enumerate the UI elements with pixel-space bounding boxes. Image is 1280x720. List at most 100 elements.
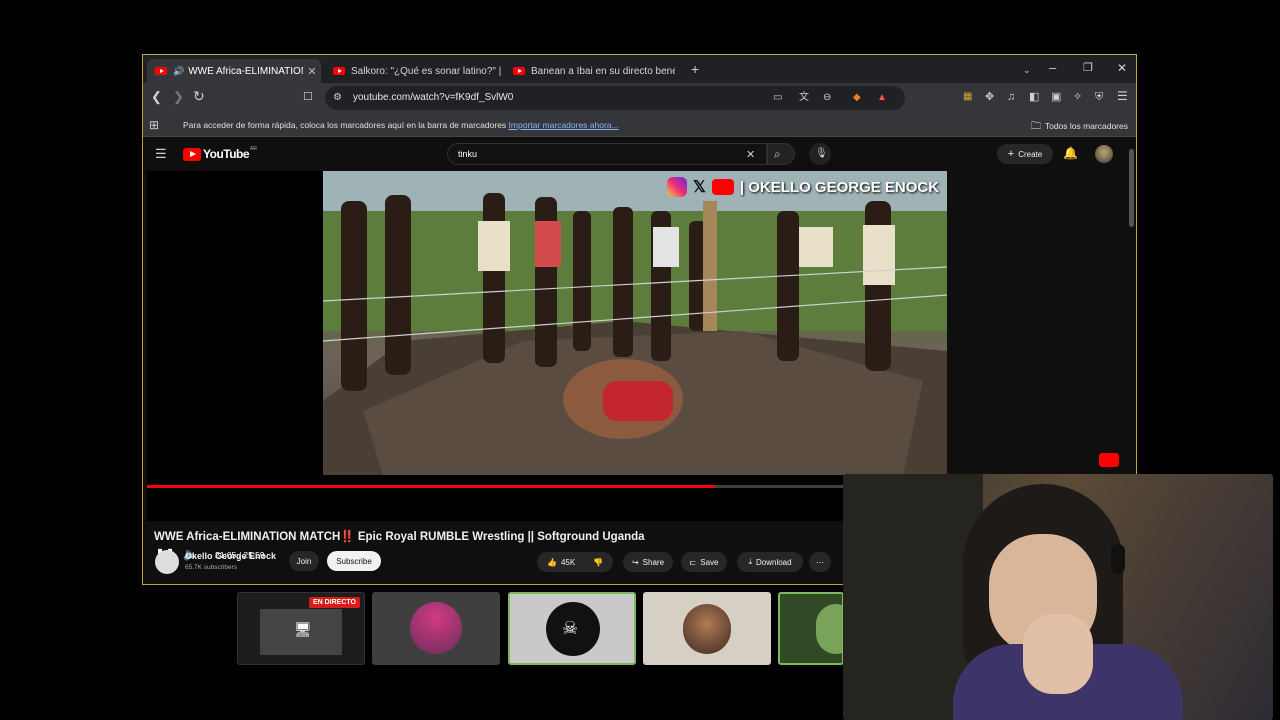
participant-tile-5[interactable] (778, 592, 844, 665)
headphones-icon (1111, 544, 1125, 574)
like-count: 45K (560, 557, 576, 567)
channel-name[interactable]: Okello George Enock (185, 551, 276, 561)
browser-toolbar: ❮ ❯ ↻ ☐ ⚙ youtube.com/watch?v=fK9df_SvlW… (143, 83, 1136, 113)
share-button[interactable]: ↪ Share (623, 552, 673, 572)
all-bookmarks-label: Todos los marcadores (1044, 121, 1128, 131)
join-button[interactable]: Join (289, 551, 319, 571)
save-button[interactable]: ⊏ Save (681, 552, 727, 572)
share-icon: ↪ (631, 557, 639, 567)
participant-screen-share[interactable]: 🖥 EN DIRECTO (237, 592, 365, 665)
webcam-hands (1023, 614, 1093, 694)
close-window-icon[interactable]: ✕ (1117, 61, 1127, 75)
download-label: Download (755, 557, 792, 567)
tab-search-chevron-icon[interactable]: ⌄ (1023, 63, 1031, 77)
more-icon: ⋯ (816, 557, 824, 567)
subscriber-count: 65.7K subscribers (185, 564, 238, 571)
youtube-mini-icon[interactable] (1099, 453, 1119, 467)
notifications-bell-icon[interactable]: 🔔 (1063, 146, 1078, 160)
participant-tile-2[interactable] (372, 592, 500, 665)
hamburger-menu-icon[interactable]: ☰ (155, 147, 167, 161)
participant-tile-4[interactable] (643, 592, 771, 665)
new-tab-icon[interactable]: + (691, 62, 699, 76)
extensions-puzzle-icon[interactable]: ✥ (985, 90, 994, 104)
download-button[interactable]: ⤓ Download (737, 552, 803, 572)
vpn-icon[interactable]: ⛨ (1095, 90, 1103, 104)
folder-icon: 🗀 (1030, 121, 1041, 132)
leo-ai-icon[interactable]: ✧ (1073, 90, 1082, 104)
search-button[interactable]: ⌕ (767, 143, 795, 165)
translate-icon[interactable]: 文 (799, 91, 809, 105)
zoom-icon[interactable]: ⊖ (823, 91, 831, 105)
reload-icon[interactable]: ↻ (193, 89, 205, 103)
video-scene (323, 171, 947, 475)
save-label: Save (700, 557, 719, 567)
bookmarks-bar: ⊞ Para acceder de forma rápida, coloca l… (143, 113, 1136, 137)
brave-shield-icon[interactable]: ◆ (853, 91, 861, 105)
restore-icon[interactable]: ❐ (1083, 61, 1093, 75)
video-player[interactable]: 𝕏 | OKELLO GEORGE ENOCK ❚❚ 🔈 21:05 / 25:… (147, 171, 947, 561)
microphone-icon: 🎙 (815, 148, 828, 159)
site-info-icon[interactable]: ⚙ (333, 91, 342, 105)
all-bookmarks[interactable]: 🗀 Todos los marcadores (1031, 119, 1128, 136)
channel-watermark: 𝕏 | OKELLO GEORGE ENOCK (667, 177, 939, 197)
search-box[interactable]: tinku ✕ (447, 143, 767, 165)
more-actions-button[interactable]: ⋯ (809, 552, 831, 572)
media-icon[interactable]: ♫ (1007, 90, 1015, 104)
tab-ibai[interactable]: Banean a Ibai en su directo benéfico (505, 59, 675, 83)
x-icon: 𝕏 (693, 179, 706, 196)
brave-rewards-icon[interactable]: ▲ (877, 91, 887, 105)
participant-tile-3[interactable]: ☠ (508, 592, 636, 665)
cast-icon[interactable]: ▭ (773, 91, 782, 105)
close-tab-icon[interactable]: ✕ (303, 65, 321, 78)
search-icon: ⌕ (774, 147, 781, 161)
apps-grid-icon[interactable]: ⊞ (149, 118, 159, 132)
thumbs-up-icon: 👍 (547, 557, 557, 567)
progress-bar[interactable] (147, 485, 847, 488)
skull-icon: ☠ (562, 618, 579, 638)
create-label: Create (1018, 149, 1043, 159)
forward-icon[interactable]: ❯ (173, 90, 184, 104)
youtube-logo[interactable]: YouTube AR (183, 146, 257, 161)
back-icon[interactable]: ❮ (151, 90, 162, 104)
wallet-icon[interactable]: ▣ (1051, 90, 1061, 104)
thumbs-down-icon: 👎 (593, 557, 604, 567)
participant-avatar (816, 604, 842, 654)
tab-title: WWE Africa-ELIMINATION M (188, 65, 303, 77)
like-button[interactable]: 👍 45K (547, 558, 575, 567)
youtube-header: ☰ YouTube AR tinku ✕ ⌕ 🎙 + Create 🔔 (143, 137, 1136, 171)
minimize-icon[interactable]: – (1049, 61, 1056, 75)
video-frame[interactable]: 𝕏 | OKELLO GEORGE ENOCK (323, 171, 947, 475)
page-scrollbar[interactable] (1129, 149, 1134, 227)
channel-avatar[interactable] (155, 550, 179, 574)
extension-icon[interactable]: ▦ (963, 90, 972, 104)
sidebar-icon[interactable]: ◧ (1029, 90, 1039, 104)
avatar[interactable] (1095, 145, 1113, 163)
voice-search-button[interactable]: 🎙 (809, 143, 831, 165)
video-title: WWE Africa-ELIMINATION MATCH‼️ Epic Roya… (154, 531, 645, 543)
watermark-text: | OKELLO GEORGE ENOCK (739, 178, 940, 196)
menu-icon[interactable]: ☰ (1117, 89, 1128, 103)
dislike-button[interactable]: 👎 (593, 558, 603, 567)
tab-wwe-africa[interactable]: 🔊 WWE Africa-ELIMINATION M ✕ (147, 59, 321, 83)
screen-share-icon: 🖥 (294, 621, 312, 637)
bookmarks-prompt-text: Para acceder de forma rápida, coloca los… (183, 120, 507, 130)
address-bar[interactable]: ⚙ youtube.com/watch?v=fK9df_SvlW0 ▭ 文 ⊖ … (325, 86, 905, 110)
youtube-play-icon (183, 147, 201, 161)
subscribe-button[interactable]: Subscribe (327, 551, 381, 571)
join-label: Join (296, 556, 312, 566)
youtube-wordmark: YouTube (203, 147, 250, 161)
progress-fill (147, 485, 716, 488)
share-label: Share (642, 557, 665, 567)
participant-avatar (683, 604, 731, 654)
search-input[interactable]: tinku (458, 149, 477, 159)
live-badge: EN DIRECTO (308, 597, 360, 608)
tab-salkoro[interactable]: Salkoro: "¿Qué es sonar latino?" | Em (325, 59, 501, 83)
create-button[interactable]: + Create (997, 144, 1053, 164)
url-text: youtube.com/watch?v=fK9df_SvlW0 (353, 92, 514, 103)
region-code: AR (250, 146, 257, 152)
download-icon: ⤓ (748, 557, 752, 566)
bookmark-icon[interactable]: ☐ (303, 90, 313, 104)
clear-search-icon[interactable]: ✕ (746, 148, 755, 162)
import-bookmarks-link[interactable]: Importar marcadores ahora... (509, 120, 619, 130)
like-dislike-group: 👍 45K 👎 (537, 552, 613, 572)
